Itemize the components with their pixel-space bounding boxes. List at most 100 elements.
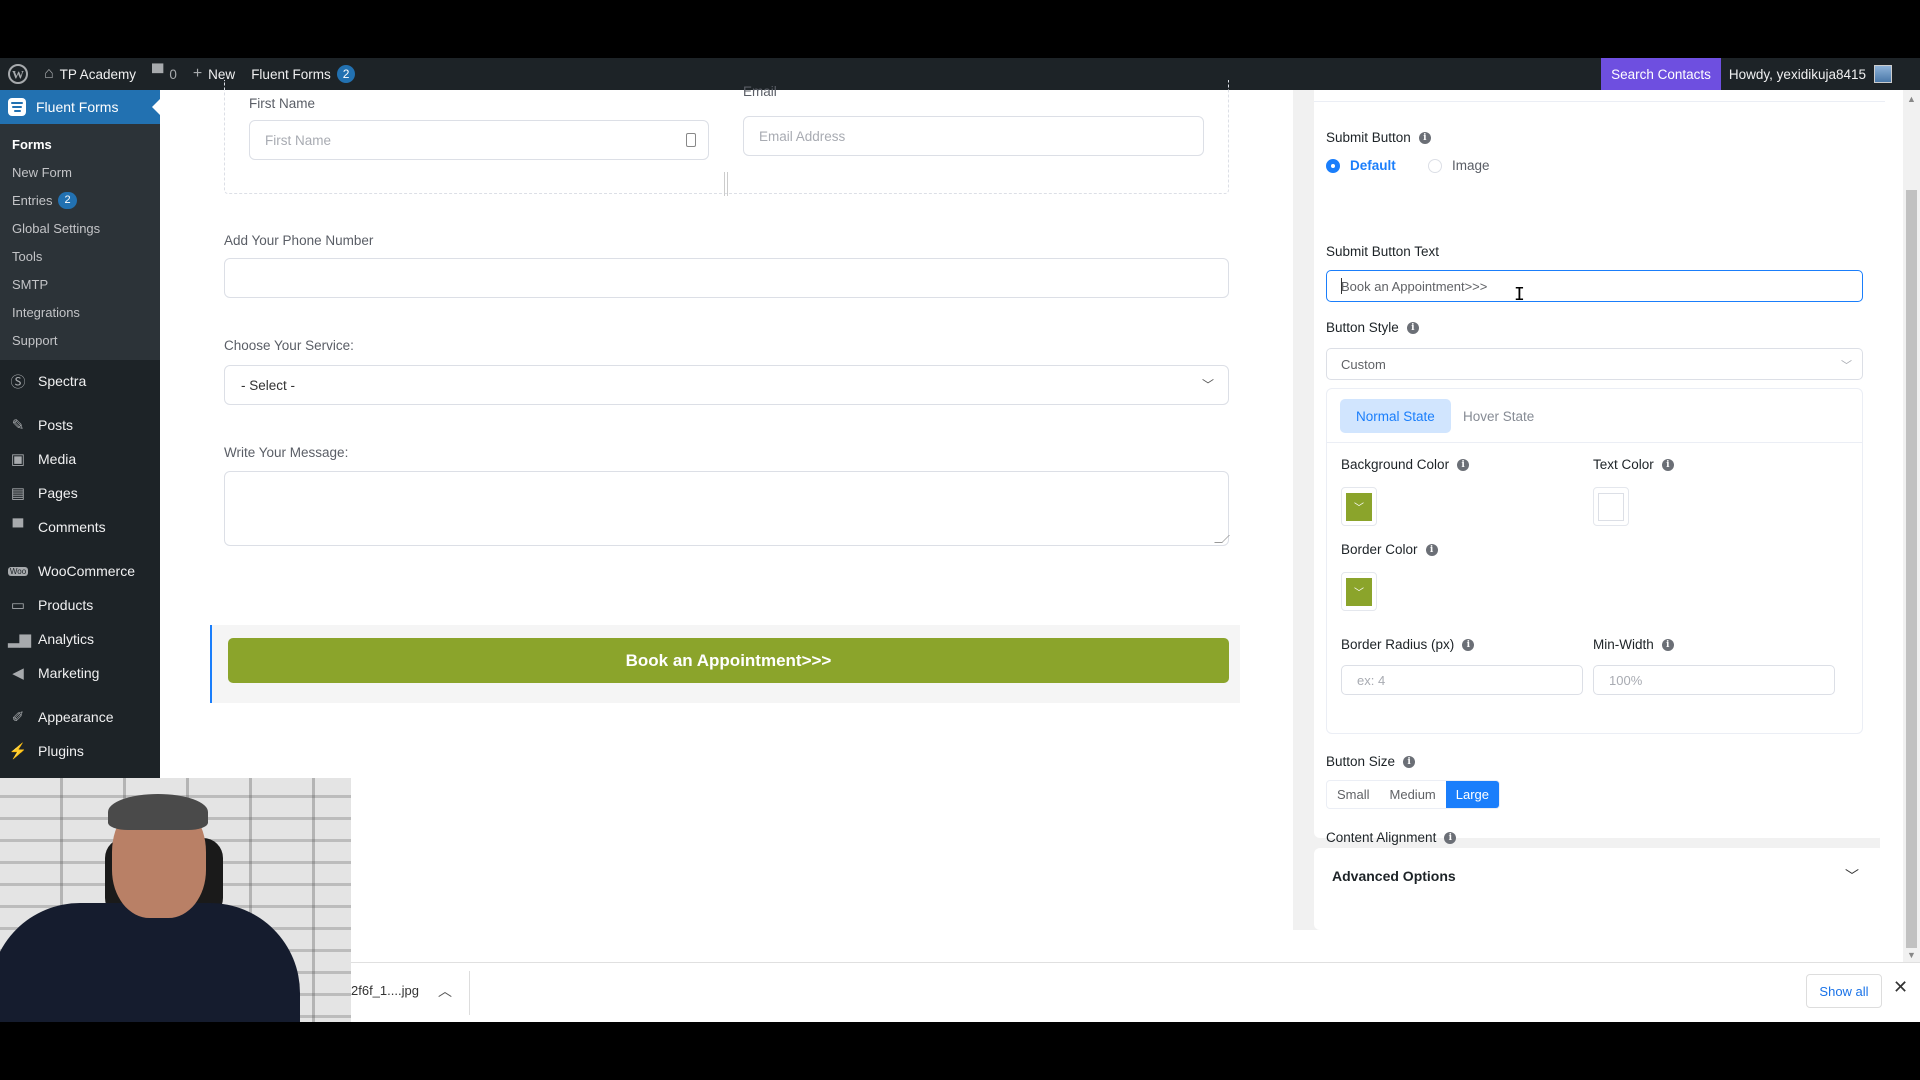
presenter-body xyxy=(0,903,300,1040)
border-radius-label: Border Radius (px) i xyxy=(1341,637,1475,652)
radio-default[interactable]: Default xyxy=(1326,158,1396,173)
spectra-icon: Ⓢ xyxy=(10,373,26,391)
label-text: Button Style xyxy=(1326,320,1399,335)
submit-button-container[interactable]: Book an Appointment>>> xyxy=(210,625,1240,703)
sidebar-item-pages[interactable]: ▤ Pages xyxy=(0,476,160,510)
info-icon[interactable]: i xyxy=(1661,638,1674,651)
sidebar-item-woocommerce[interactable]: Woo WooCommerce xyxy=(0,554,160,588)
bar-chart-icon: ▂▆ xyxy=(8,631,32,648)
column-resize-handle[interactable] xyxy=(724,172,728,196)
sidebar-item-spectra[interactable]: Ⓢ Spectra xyxy=(0,364,160,398)
size-medium-button[interactable]: Medium xyxy=(1380,781,1446,808)
submenu-global-settings[interactable]: Global Settings xyxy=(0,214,160,242)
email-input[interactable]: Email Address xyxy=(743,116,1204,156)
sidebar-item-label: WooCommerce xyxy=(38,563,135,579)
resize-handle-icon[interactable] xyxy=(1214,535,1230,543)
submenu-label: Support xyxy=(12,332,58,348)
size-small-button[interactable]: Small xyxy=(1327,781,1380,808)
pages-icon: ▤ xyxy=(10,485,26,502)
archive-icon: ▭ xyxy=(10,597,26,614)
tab-normal-state[interactable]: Normal State xyxy=(1340,399,1451,433)
submit-button-preview[interactable]: Book an Appointment>>> xyxy=(228,638,1229,683)
submit-text-label: Submit Button Text xyxy=(1326,244,1439,259)
show-all-button[interactable]: Show all xyxy=(1806,974,1882,1008)
submenu-forms[interactable]: Forms xyxy=(0,130,160,158)
submit-text-input[interactable]: Book an Appointment>>> xyxy=(1326,270,1863,302)
button-style-select[interactable]: Custom ﹀ xyxy=(1326,348,1863,380)
min-width-value: 100% xyxy=(1609,672,1643,688)
sidebar-item-appearance[interactable]: ✐ Appearance xyxy=(0,700,160,734)
chevron-up-icon[interactable]: ︿ xyxy=(438,981,452,1001)
radio-checked-icon xyxy=(1326,158,1340,173)
site-name-link[interactable]: ⌂ TP Academy xyxy=(36,58,144,90)
size-large-button[interactable]: Large xyxy=(1445,781,1500,808)
comments-link[interactable]: ▀ 0 xyxy=(144,58,185,90)
service-select[interactable]: - Select - ﹀ xyxy=(224,365,1229,405)
scroll-up-spacer xyxy=(1900,58,1920,90)
chevron-down-icon: ﹀ xyxy=(1841,360,1852,372)
scroll-up-arrow-icon[interactable]: ▲ xyxy=(1907,94,1916,104)
info-icon[interactable]: i xyxy=(1444,831,1457,844)
message-textarea[interactable] xyxy=(224,471,1230,546)
scrollbar-thumb[interactable] xyxy=(1906,190,1917,948)
search-contacts-button[interactable]: Search Contacts xyxy=(1601,58,1721,90)
sidebar-item-products[interactable]: ▭ Products xyxy=(0,588,160,622)
wordpress-logo-button[interactable]: W xyxy=(0,58,36,90)
sidebar-item-label: Analytics xyxy=(38,631,95,647)
sidebar-item-comments[interactable]: ▀ Comments xyxy=(0,510,160,544)
download-file-name[interactable]: 2f6f_1....jpg xyxy=(351,983,419,998)
account-menu[interactable]: Howdy, yexidikuja8415 xyxy=(1721,58,1900,90)
sidebar-item-label: Media xyxy=(38,451,77,467)
min-width-input[interactable]: 100% xyxy=(1593,665,1835,695)
radio-image[interactable]: Image xyxy=(1428,158,1490,173)
border-color-picker[interactable]: ﹀ xyxy=(1341,572,1377,611)
label-text: Submit Button Text xyxy=(1326,244,1440,259)
presenter-hair xyxy=(108,794,208,830)
sidebar-item-label: Marketing xyxy=(38,665,100,681)
sidebar-item-media[interactable]: ▣ Media xyxy=(0,442,160,476)
background-color-picker[interactable]: ﹀ xyxy=(1341,487,1377,526)
button-size-label: Button Size i xyxy=(1326,754,1416,769)
advanced-options-accordion[interactable]: Advanced Options ﹀ xyxy=(1314,848,1885,930)
info-icon[interactable]: i xyxy=(1406,321,1419,334)
sidebar-item-label: Products xyxy=(38,597,94,613)
info-icon[interactable]: i xyxy=(1418,131,1431,144)
label-text: Background Color xyxy=(1341,457,1450,472)
text-color-picker[interactable] xyxy=(1593,487,1629,526)
tab-hover-state[interactable]: Hover State xyxy=(1447,399,1550,433)
button-size-segmented: Small Medium Large xyxy=(1326,780,1501,809)
first-name-input[interactable]: First Name xyxy=(249,120,709,160)
radio-label: Image xyxy=(1452,158,1490,173)
submenu-support[interactable]: Support xyxy=(0,326,160,354)
info-icon[interactable]: i xyxy=(1661,458,1674,471)
sidebar-item-marketing[interactable]: ◀ Marketing xyxy=(0,656,160,690)
info-icon[interactable]: i xyxy=(1425,543,1438,556)
submenu-smtp[interactable]: SMTP xyxy=(0,270,160,298)
border-radius-input[interactable]: ex: 4 xyxy=(1341,665,1583,695)
submenu-integrations[interactable]: Integrations xyxy=(0,298,160,326)
first-name-placeholder: First Name xyxy=(265,132,332,148)
radio-label: Default xyxy=(1350,158,1396,173)
scroll-down-arrow-icon[interactable]: ▼ xyxy=(1907,950,1916,960)
info-icon[interactable]: i xyxy=(1462,638,1475,651)
phone-input[interactable] xyxy=(224,258,1229,298)
info-icon[interactable]: i xyxy=(1403,755,1416,768)
close-icon[interactable]: ✕ xyxy=(1893,977,1908,998)
svg-text:W: W xyxy=(12,68,24,82)
sidebar-item-posts[interactable]: ✎ Posts xyxy=(0,408,160,442)
submit-text-value: Book an Appointment>>> xyxy=(1341,278,1488,294)
submenu-entries[interactable]: Entries 2 xyxy=(0,186,160,214)
sidebar-item-plugins[interactable]: ⚡ Plugins xyxy=(0,734,160,768)
submit-button-label: Submit Button i xyxy=(1326,130,1431,145)
sidebar-item-analytics[interactable]: ▂▆ Analytics xyxy=(0,622,160,656)
submenu-new-form[interactable]: New Form xyxy=(0,158,160,186)
phone-label: Add Your Phone Number xyxy=(224,233,374,248)
service-label: Choose Your Service: xyxy=(224,338,354,353)
submenu-label: Forms xyxy=(12,136,52,152)
content-alignment-label: Content Alignment i xyxy=(1326,830,1457,845)
page-scrollbar[interactable]: ▲ ▼ xyxy=(1903,90,1920,1022)
pin-icon: ✎ xyxy=(11,417,25,434)
info-icon[interactable]: i xyxy=(1457,458,1470,471)
submenu-tools[interactable]: Tools xyxy=(0,242,160,270)
sidebar-item-fluent-forms[interactable]: Fluent Forms xyxy=(0,90,160,124)
